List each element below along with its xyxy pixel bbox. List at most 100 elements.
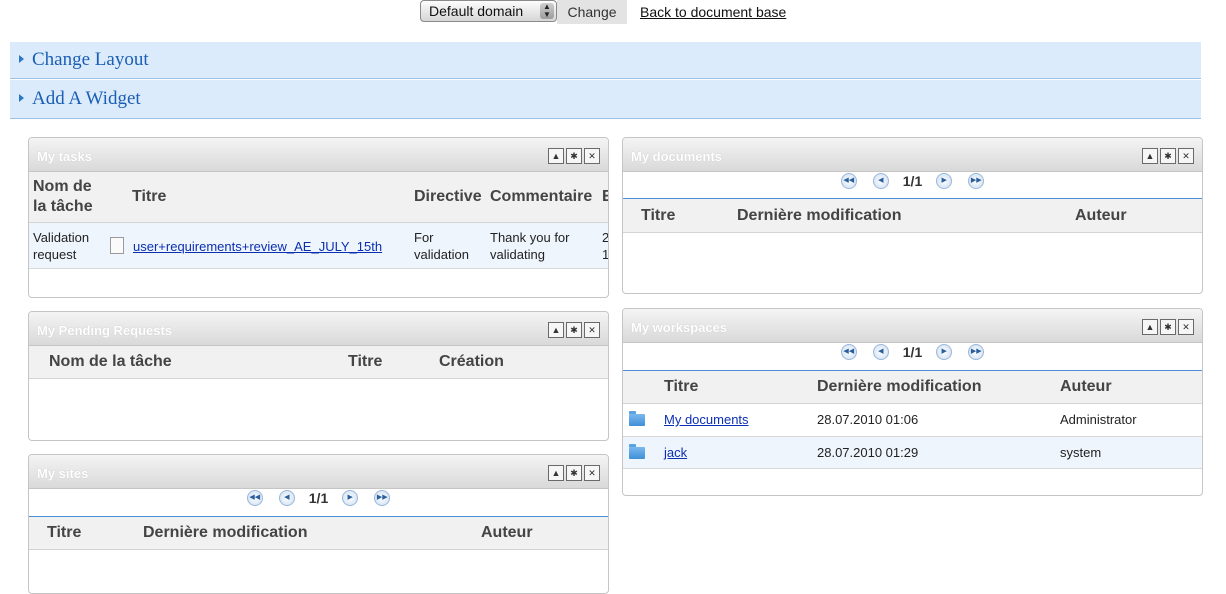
document-icon bbox=[110, 237, 124, 254]
last-page-icon[interactable]: ▶▶ bbox=[374, 489, 391, 506]
gear-icon[interactable]: ✱ bbox=[1160, 148, 1176, 164]
close-icon[interactable]: ✕ bbox=[584, 148, 600, 164]
collapse-icon[interactable]: ▲ bbox=[1142, 148, 1158, 164]
column-header-directive[interactable]: Directive bbox=[414, 188, 482, 206]
folder-icon bbox=[629, 444, 645, 459]
column-header-task-name[interactable]: Nom de la tâche bbox=[49, 353, 172, 371]
workspace-link[interactable]: My documents bbox=[664, 412, 749, 427]
expand-arrow-icon bbox=[19, 94, 24, 102]
widget-header: My Pending Requests ▲ ✱ ✕ bbox=[29, 312, 608, 346]
change-button[interactable]: Change bbox=[557, 0, 627, 24]
table-row[interactable]: jack 28.07.2010 01:29 system bbox=[623, 437, 1202, 469]
my-sites-widget: My sites ▲ ✱ ✕ ◀◀ ◀ 1/1 ▶ ▶▶ Titre Dernière mo… bbox=[28, 454, 609, 594]
task-name-line1: Validation bbox=[33, 230, 90, 245]
close-icon[interactable]: ✕ bbox=[1178, 148, 1194, 164]
directive-line1: For bbox=[414, 230, 434, 245]
task-document-link[interactable]: user+requirements+review_AE_JULY_15th bbox=[133, 239, 382, 254]
change-layout-bar[interactable]: Change Layout bbox=[10, 42, 1201, 79]
my-documents-widget: My documents ▲ ✱ ✕ ◀◀ ◀ 1/1 ▶ ▶▶ Titre Dernièr… bbox=[622, 137, 1203, 294]
collapse-icon[interactable]: ▲ bbox=[548, 322, 564, 338]
author-cell: system bbox=[1060, 445, 1102, 460]
widget-header: My workspaces ▲ ✱ ✕ bbox=[623, 309, 1202, 343]
first-page-icon[interactable]: ◀◀ bbox=[246, 489, 263, 506]
column-header-extra[interactable]: E bbox=[602, 188, 608, 206]
table-header: Titre Dernière modification Auteur bbox=[623, 370, 1202, 404]
add-widget-bar[interactable]: Add A Widget bbox=[10, 80, 1201, 119]
change-layout-label: Change Layout bbox=[32, 49, 149, 70]
column-header-title[interactable]: Titre bbox=[641, 207, 675, 225]
widget-title: My tasks bbox=[37, 149, 92, 164]
my-workspaces-widget: My workspaces ▲ ✱ ✕ ◀◀ ◀ 1/1 ▶ ▶▶ Titre Derniè… bbox=[622, 308, 1203, 496]
table-header: Titre Dernière modification Auteur bbox=[623, 198, 1202, 233]
select-stepper-icon: ▲ ▼ bbox=[540, 3, 554, 19]
task-name-line2: request bbox=[33, 247, 77, 262]
close-icon[interactable]: ✕ bbox=[584, 322, 600, 338]
comment-line2: validating bbox=[490, 247, 545, 262]
my-pending-requests-widget: My Pending Requests ▲ ✱ ✕ Nom de la tâche … bbox=[28, 311, 609, 441]
domain-select[interactable]: Default domain ▲ ▼ bbox=[420, 0, 557, 22]
previous-page-icon[interactable]: ◀ bbox=[278, 489, 295, 506]
comment-line1: Thank you for bbox=[490, 230, 570, 245]
column-header-comment[interactable]: Commentaire bbox=[490, 188, 592, 206]
extra-line2: 1 bbox=[602, 247, 609, 262]
next-page-icon[interactable]: ▶ bbox=[936, 172, 953, 189]
domain-select-value: Default domain bbox=[429, 3, 524, 19]
next-page-icon[interactable]: ▶ bbox=[936, 343, 953, 360]
table-row[interactable]: Validation request user+requirements+rev… bbox=[29, 223, 608, 269]
column-header-title[interactable]: Titre bbox=[664, 378, 698, 396]
widget-title: My workspaces bbox=[631, 320, 728, 335]
next-page-icon[interactable]: ▶ bbox=[342, 489, 359, 506]
pager: ◀◀ ◀ 1/1 ▶ ▶▶ bbox=[623, 343, 1202, 365]
column-header-last-modified[interactable]: Dernière modification bbox=[817, 378, 981, 396]
directive-line2: validation bbox=[414, 247, 469, 262]
column-header-author[interactable]: Auteur bbox=[1075, 207, 1127, 225]
column-header-created[interactable]: Création bbox=[439, 353, 504, 371]
gear-icon[interactable]: ✱ bbox=[1160, 319, 1176, 335]
page-count: 1/1 bbox=[902, 343, 923, 360]
first-page-icon[interactable]: ◀◀ bbox=[840, 172, 857, 189]
page-count: 1/1 bbox=[308, 489, 329, 506]
previous-page-icon[interactable]: ◀ bbox=[872, 343, 889, 360]
column-header-title[interactable]: Titre bbox=[132, 188, 166, 206]
previous-page-icon[interactable]: ◀ bbox=[872, 172, 889, 189]
expand-arrow-icon bbox=[19, 55, 24, 63]
column-header-last-modified[interactable]: Dernière modification bbox=[143, 524, 307, 542]
column-header-last-modified[interactable]: Dernière modification bbox=[737, 207, 901, 225]
table-row[interactable]: My documents 28.07.2010 01:06 Administra… bbox=[623, 403, 1202, 437]
table-header: Nom de la tâche Titre Création bbox=[29, 346, 608, 379]
last-page-icon[interactable]: ▶▶ bbox=[968, 172, 985, 189]
close-icon[interactable]: ✕ bbox=[584, 465, 600, 481]
gear-icon[interactable]: ✱ bbox=[566, 465, 582, 481]
column-header-author[interactable]: Auteur bbox=[1060, 378, 1112, 396]
widget-title: My sites bbox=[37, 466, 89, 481]
author-cell: Administrator bbox=[1060, 412, 1137, 427]
last-page-icon[interactable]: ▶▶ bbox=[968, 343, 985, 360]
column-header-author[interactable]: Auteur bbox=[481, 524, 533, 542]
widget-header: My documents ▲ ✱ ✕ bbox=[623, 138, 1202, 172]
table-header: Titre Dernière modification Auteur bbox=[29, 516, 608, 550]
workspace-link[interactable]: jack bbox=[664, 445, 687, 460]
close-icon[interactable]: ✕ bbox=[1178, 319, 1194, 335]
folder-icon bbox=[629, 411, 645, 426]
add-widget-label: Add A Widget bbox=[32, 88, 141, 109]
my-tasks-widget: My tasks ▲ ✱ ✕ Nom de la tâche Titre Direc… bbox=[28, 137, 609, 298]
column-header-title[interactable]: Titre bbox=[47, 524, 81, 542]
collapse-icon[interactable]: ▲ bbox=[1142, 319, 1158, 335]
gear-icon[interactable]: ✱ bbox=[566, 322, 582, 338]
last-modified-cell: 28.07.2010 01:29 bbox=[817, 445, 919, 460]
widget-header: My tasks ▲ ✱ ✕ bbox=[29, 138, 608, 172]
widget-title: My documents bbox=[631, 149, 723, 164]
last-modified-cell: 28.07.2010 01:06 bbox=[817, 412, 919, 427]
pager: ◀◀ ◀ 1/1 ▶ ▶▶ bbox=[623, 172, 1202, 194]
collapse-icon[interactable]: ▲ bbox=[548, 148, 564, 164]
pager: ◀◀ ◀ 1/1 ▶ ▶▶ bbox=[29, 489, 608, 511]
table-header: Nom de la tâche Titre Directive Commenta… bbox=[29, 172, 608, 223]
extra-line1: 2 bbox=[602, 230, 609, 245]
column-header-title[interactable]: Titre bbox=[348, 353, 382, 371]
back-to-document-base-link[interactable]: Back to document base bbox=[640, 4, 786, 20]
page-count: 1/1 bbox=[902, 172, 923, 189]
gear-icon[interactable]: ✱ bbox=[566, 148, 582, 164]
collapse-icon[interactable]: ▲ bbox=[548, 465, 564, 481]
first-page-icon[interactable]: ◀◀ bbox=[840, 343, 857, 360]
column-header-task-name[interactable]: Nom de la tâche bbox=[33, 177, 93, 217]
